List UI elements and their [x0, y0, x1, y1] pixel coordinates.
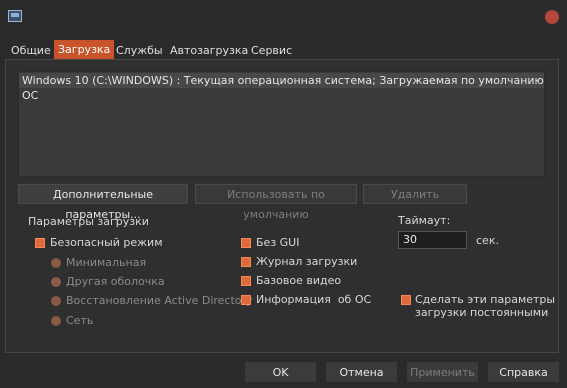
set-default-button[interactable]: Использовать по умолчанию: [195, 184, 357, 221]
tab-boot[interactable]: Загрузка: [54, 40, 115, 60]
boot-options-title: Параметры загрузки: [28, 215, 149, 228]
timeout-unit: сек.: [476, 234, 499, 247]
tab-startup[interactable]: Автозагрузка: [166, 42, 252, 60]
base-video-label: Базовое видео: [256, 274, 342, 287]
close-icon[interactable]: [545, 10, 559, 24]
ok-button[interactable]: OK: [244, 361, 317, 383]
advanced-options-button[interactable]: Дополнительные параметры...: [18, 184, 188, 221]
no-gui-label: Без GUI: [256, 236, 300, 249]
cancel-button[interactable]: Отмена: [325, 361, 398, 383]
no-gui-checkbox[interactable]: [241, 238, 251, 248]
timeout-input[interactable]: 30: [398, 231, 467, 249]
make-permanent-label-line1: Сделать эти параметры: [415, 293, 556, 306]
os-info-checkbox[interactable]: [241, 295, 251, 305]
boot-log-label: Журнал загрузки: [256, 255, 358, 268]
base-video-checkbox[interactable]: [241, 276, 251, 286]
tab-general[interactable]: Общие: [7, 42, 55, 60]
make-permanent-label-line2: загрузки постоянными: [415, 306, 549, 319]
network-label: Сеть: [66, 314, 94, 327]
ad-repair-radio[interactable]: [51, 296, 61, 306]
ad-repair-label: Восстановление Active Directory: [66, 294, 253, 307]
help-button[interactable]: Справка: [487, 361, 560, 383]
safe-mode-checkbox[interactable]: [35, 238, 45, 248]
tab-tools[interactable]: Сервис: [247, 42, 296, 60]
title-bar: [0, 0, 567, 34]
boot-log-checkbox[interactable]: [241, 257, 251, 267]
minimal-radio[interactable]: [51, 258, 61, 268]
apply-button[interactable]: Применить: [406, 361, 479, 383]
network-radio[interactable]: [51, 316, 61, 326]
minimal-label: Минимальная: [66, 256, 147, 269]
safe-mode-label: Безопасный режим: [50, 236, 163, 249]
os-list-item[interactable]: Windows 10 (C:\WINDOWS) : Текущая операц…: [19, 73, 544, 102]
alternate-shell-label: Другая оболочка: [66, 275, 165, 288]
alternate-shell-radio[interactable]: [51, 277, 61, 287]
timeout-label: Таймаут:: [398, 214, 451, 227]
tab-services[interactable]: Службы: [112, 42, 167, 60]
delete-button[interactable]: Удалить: [363, 184, 467, 204]
os-info-label: Информация об ОС: [256, 293, 372, 306]
make-permanent-checkbox[interactable]: [401, 295, 411, 305]
msconfig-app-icon: [8, 10, 22, 22]
